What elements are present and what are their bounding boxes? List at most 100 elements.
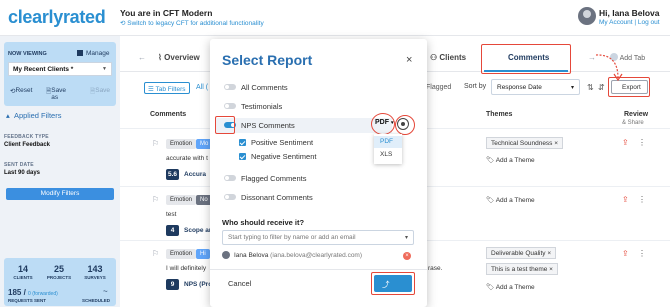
more-icon[interactable]: ⋮ [638,249,646,258]
tab-overview[interactable]: ⌇ Overview [158,53,200,62]
tab-back-arrow[interactable]: ← [138,53,146,62]
flag-icon[interactable]: ⚐ [152,139,159,148]
all-filter-partial[interactable]: All ( [196,84,208,91]
highlight-format-select [371,113,395,135]
scheduled-value: ~ [103,287,108,296]
toggle-switch[interactable] [224,175,236,181]
recipient-name: Iana Belova [234,252,269,259]
filter-value: Last 90 days [4,170,41,176]
sort-select[interactable]: Response Date ▾ [491,79,580,95]
export-arrow-annotation [595,54,623,82]
recipient-entry: Iana Belova (iana.belova@clearlyrated.co… [222,251,362,259]
top-header: clearlyrated You are in CFT Modern ⟲ Swi… [0,0,670,36]
remove-recipient-icon[interactable]: × [403,252,411,260]
theme-chip[interactable]: Technical Soundness × [486,137,564,149]
highlight-nps-toggle [215,116,235,134]
theme-chip[interactable]: Deliverable Quality × [486,247,557,259]
stat-projects: 25 PROJECTS [46,264,72,280]
sort-order-icon[interactable]: ⇅ [587,83,594,92]
more-icon[interactable]: ⋮ [638,138,646,147]
metric-label: NPS (Pro [184,281,213,288]
requests-sent-value: 185 / 0 (forwarded) [8,288,58,297]
highlight-gear [395,115,415,135]
option-flagged-comments[interactable]: Flagged Comments [224,174,306,183]
highlight-comments-tab [481,44,571,74]
option-all-comments[interactable]: All Comments [224,83,288,92]
more-icon[interactable]: ⋮ [638,195,646,204]
toggle-switch[interactable] [224,84,236,90]
metric-label: Accura [184,171,207,178]
stat-surveys: 143 SURVEYS [84,264,106,280]
sidebar: NOW VIEWING Manage My Recent Clients * ▼ … [0,36,120,307]
flag-icon[interactable]: ⚐ [152,195,159,204]
avatar [222,251,230,259]
cancel-button[interactable]: Cancel [228,279,251,288]
close-icon[interactable]: × [406,54,412,66]
requests-sent-label: REQUESTS SENT [8,298,47,303]
modal-title: Select Report [222,52,313,68]
modify-filters-button[interactable]: Modify Filters [6,188,114,200]
share-icon[interactable]: ⇪ [622,249,629,258]
checkbox[interactable] [239,153,246,160]
flagged-filter-partial[interactable]: Flagged [426,84,451,91]
option-dissonant-comments[interactable]: Dissonant Comments [224,193,313,202]
greeting: Hi, Iana Belova [599,8,660,18]
col-share: & Share [622,120,644,126]
format-option-xls[interactable]: XLS [374,149,402,161]
toggle-switch[interactable] [224,194,236,200]
checkbox-negative-sentiment[interactable]: Negative Sentiment [239,152,316,161]
tab-filters-button[interactable]: ☰ Tab Filters [144,82,190,94]
filter-label: SENT DATE [4,162,34,168]
tab-clients[interactable]: ⚇ Clients [430,53,466,62]
col-comments: Comments [150,111,187,118]
scheduled-label: SCHEDULED [82,298,111,303]
filter-label: FEEDBACK TYPE [4,134,49,140]
comment-text-tail: rase. [428,265,443,272]
comment-text: accurate with t [166,155,208,162]
sort-by-label: Sort by [464,83,487,90]
share-icon[interactable]: ⇪ [622,195,629,204]
clients-icon: ⚇ [430,53,438,62]
format-menu: PDF XLS [374,134,402,164]
share-icon[interactable]: ⇪ [622,138,629,147]
recipients-label: Who should receive it? [222,218,305,227]
stats-panel: 14 CLIENTS 25 PROJECTS 143 SURVEYS 185 / 0 … [4,258,116,306]
forwarded-count: 0 (forwarded) [28,291,58,297]
score-badge: 9 [166,279,179,290]
emotion-label: Emotion [166,139,197,149]
user-avatar[interactable] [578,7,596,25]
add-theme-button[interactable]: 🏷 Add a Theme [486,156,535,164]
checkbox-positive-sentiment[interactable]: Positive Sentiment [239,138,313,147]
manage-button[interactable]: Manage [77,50,110,57]
save-as-button[interactable]: 🗎 Save as [46,87,66,101]
view-select[interactable]: My Recent Clients * ▼ [8,62,112,76]
score-badge: 5.6 [166,169,179,180]
logo[interactable]: clearlyrated [8,7,106,28]
comment-text: test [166,211,177,218]
score-badge: 4 [166,225,179,236]
logo-text: clearlyrated [8,7,106,27]
sort-direction-icon[interactable]: ⇵ [598,83,605,92]
now-viewing-panel: NOW VIEWING Manage My Recent Clients * ▼ … [4,42,116,106]
chevron-down-icon: ▾ [570,85,574,91]
checkbox[interactable] [239,139,246,146]
applied-filters-heading[interactable]: ▴ Applied Filters [6,111,61,120]
col-themes: Themes [486,111,513,118]
option-testimonials[interactable]: Testimonials [224,102,282,111]
stat-clients: 14 CLIENTS [13,264,33,280]
metric-label: Scope an [184,227,213,234]
recipient-input[interactable]: Start typing to filter by name or add an… [222,230,414,245]
toggle-switch[interactable] [224,103,236,109]
save-button[interactable]: 🗎 Save [90,87,110,98]
add-theme-button[interactable]: 🏷 Add a Theme [486,283,535,291]
manage-icon [77,50,83,56]
select-report-modal: Select Report × All Comments Testimonial… [210,39,427,307]
switch-legacy-link[interactable]: ⟲ Switch to legacy CFT for additional fu… [120,19,264,27]
format-option-pdf[interactable]: PDF [374,136,402,148]
env-title: You are in CFT Modern [120,8,213,18]
theme-chip[interactable]: This is a test theme × [486,263,558,275]
add-theme-button[interactable]: 🏷 Add a Theme [486,196,535,204]
account-links[interactable]: My Account | Log out [599,19,660,26]
reset-button[interactable]: ⟲ Reset [10,87,32,95]
flag-icon[interactable]: ⚐ [152,249,159,258]
